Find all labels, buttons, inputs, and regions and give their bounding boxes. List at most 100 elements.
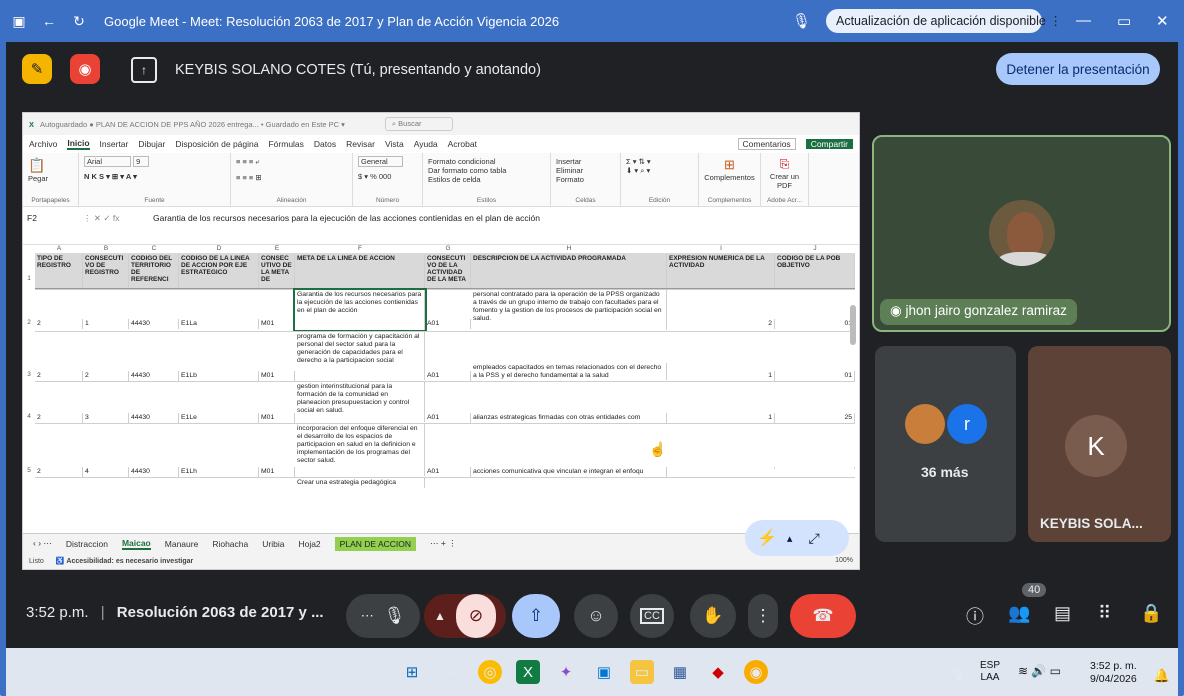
- table-cell[interactable]: E1Lh: [179, 467, 259, 477]
- table-cell[interactable]: 44430: [129, 413, 179, 423]
- more-participants-tile[interactable]: r 36 más: [875, 346, 1016, 542]
- table-cell[interactable]: E1Le: [179, 413, 259, 423]
- formula-content[interactable]: Garantia de los recursos necesarios para…: [153, 213, 540, 223]
- menu-inicio[interactable]: Inicio: [67, 138, 90, 150]
- taskbar-clock[interactable]: 3:52 p. m. 9/04/2026: [1090, 660, 1137, 686]
- notification-bell-icon[interactable]: 🔔: [1150, 664, 1174, 688]
- col-letter-a[interactable]: A: [35, 245, 83, 253]
- chrome-meet-icon[interactable]: ◉: [744, 660, 768, 684]
- table-cell[interactable]: 44430: [129, 467, 179, 477]
- header-cell[interactable]: TIPO DE REGISTRO: [35, 254, 83, 288]
- share-button[interactable]: Compartir: [805, 139, 853, 149]
- table-cell[interactable]: A01: [425, 371, 471, 381]
- number-buttons[interactable]: $ ▾ % 000: [358, 172, 417, 181]
- table-cell[interactable]: alianzas estrategicas firmadas con otras…: [471, 413, 667, 423]
- chevron-up-icon[interactable]: ▲: [434, 609, 446, 623]
- sum-icon[interactable]: Σ ▾ ⇅ ▾: [626, 157, 693, 166]
- name-box[interactable]: F2: [23, 213, 83, 223]
- table-cell[interactable]: incorporacion del enfoque diferencial en…: [295, 424, 425, 476]
- table-cell[interactable]: programa de formación y capacitación al …: [295, 332, 425, 380]
- header-cell[interactable]: CONSECUTI VO DE LA ACTIVIDAD DE LA META: [425, 254, 471, 288]
- table-cell[interactable]: 1: [667, 413, 775, 423]
- acrobat-icon[interactable]: ◆: [706, 660, 730, 684]
- menu-formulas[interactable]: Fórmulas: [268, 139, 303, 149]
- table-cell[interactable]: M01: [259, 413, 295, 423]
- show-hidden-icons[interactable]: ^: [918, 662, 942, 686]
- find-icon[interactable]: ⬇ ▾ ⌕ ▾: [626, 166, 693, 176]
- mic-icon[interactable]: 🎙: [384, 606, 406, 626]
- create-pdf-label[interactable]: Crear un PDF: [766, 172, 803, 190]
- present-button[interactable]: ⇧: [512, 594, 560, 638]
- table-cell[interactable]: 2: [35, 371, 83, 381]
- row-number[interactable]: 5: [23, 467, 35, 474]
- paste-label[interactable]: Pegar: [28, 174, 73, 183]
- raise-hand-button[interactable]: ✋: [690, 594, 736, 638]
- excel-search[interactable]: ⌕ Buscar: [384, 117, 453, 131]
- table-cell[interactable]: 4: [83, 467, 129, 477]
- sheet-tab[interactable]: Uribia: [262, 539, 284, 549]
- update-available-chip[interactable]: Actualización de aplicación disponible ⋮: [826, 9, 1062, 33]
- comments-button[interactable]: Comentarios: [737, 138, 796, 150]
- activities-icon[interactable]: ⠿: [1098, 603, 1111, 624]
- menu-insertar[interactable]: Insertar: [100, 139, 129, 149]
- table-cell[interactable]: M01: [259, 467, 295, 477]
- delete-cells-button[interactable]: Eliminar: [556, 166, 615, 175]
- row-number[interactable]: 2: [23, 319, 35, 326]
- table-cell[interactable]: empleados capacitados en temas relaciona…: [471, 363, 667, 380]
- sheet-tab-active[interactable]: Maicao: [121, 538, 151, 550]
- complements-icon[interactable]: ⊞: [704, 157, 755, 173]
- reactions-button[interactable]: ☺: [574, 594, 618, 638]
- expand-icon[interactable]: ⤢: [808, 530, 819, 547]
- file-explorer-icon[interactable]: ▭: [630, 660, 654, 684]
- more-audio-icon[interactable]: ⋯: [361, 608, 374, 624]
- header-cell[interactable]: CODIGO DE LA LINEA DE ACCION POR EJE EST…: [179, 254, 259, 288]
- menu-vista[interactable]: Vista: [385, 139, 404, 149]
- record-icon[interactable]: ◉: [70, 54, 100, 84]
- table-cell[interactable]: M01: [259, 319, 295, 329]
- table-cell[interactable]: [775, 467, 855, 469]
- menu-acrobat[interactable]: Acrobat: [448, 139, 477, 149]
- menu-datos[interactable]: Datos: [314, 139, 336, 149]
- menu-ayuda[interactable]: Ayuda: [414, 139, 438, 149]
- chrome-icon[interactable]: ◎: [478, 660, 502, 684]
- info-icon[interactable]: ⓘ: [966, 603, 984, 629]
- table-cell[interactable]: 3: [83, 413, 129, 423]
- annotate-icon[interactable]: ✎: [22, 54, 52, 84]
- camera-control[interactable]: ▲ ⊘: [424, 594, 506, 638]
- restore-button[interactable]: ▭: [1117, 12, 1131, 30]
- header-cell[interactable]: CONSEC UTIVO DE LA META DE: [259, 254, 295, 288]
- col-letter-h[interactable]: H: [471, 245, 667, 253]
- chat-icon[interactable]: ▤: [1054, 603, 1071, 624]
- paste-icon[interactable]: 📋: [28, 157, 73, 174]
- captions-button[interactable]: CC: [630, 594, 674, 638]
- table-cell[interactable]: M01: [259, 371, 295, 381]
- table-cell[interactable]: 2: [667, 319, 775, 329]
- table-cell[interactable]: A01: [425, 413, 471, 423]
- header-cell[interactable]: EXPRESION NUMERICA DE LA ACTIVIDAD: [667, 254, 775, 288]
- table-cell[interactable]: 2: [35, 467, 83, 477]
- leave-call-button[interactable]: ☎: [790, 594, 856, 638]
- selected-cell[interactable]: Garantia de los recursos necesarios para…: [293, 288, 427, 332]
- sheet-tab[interactable]: PLAN DE ACCION: [334, 536, 416, 551]
- copilot-icon[interactable]: ▣: [592, 660, 616, 684]
- sheet-tab[interactable]: Distraccion: [66, 539, 108, 549]
- excel-icon[interactable]: X: [516, 660, 540, 684]
- font-format-buttons[interactable]: N K S ▾ ⊞ ▾ A ▾: [84, 172, 225, 181]
- windows-start-icon[interactable]: ⊞: [400, 660, 424, 684]
- conditional-format-button[interactable]: Formato condicional: [428, 157, 545, 166]
- close-window-button[interactable]: ✕: [1156, 12, 1169, 30]
- table-cell[interactable]: 44430: [129, 371, 179, 381]
- host-controls-icon[interactable]: 🔒: [1140, 603, 1162, 624]
- participant-tile-active[interactable]: ◉ jhon jairo gonzalez ramiraz: [872, 135, 1171, 332]
- table-cell[interactable]: [667, 467, 775, 469]
- zoom-level[interactable]: 100%: [835, 557, 853, 564]
- pdf-icon[interactable]: ⎘: [766, 157, 803, 172]
- search-icon[interactable]: ⌕: [440, 660, 464, 684]
- col-letter-b[interactable]: B: [83, 245, 129, 253]
- number-format-box[interactable]: General: [358, 156, 403, 167]
- col-letter-j[interactable]: J: [775, 245, 855, 253]
- header-cell[interactable]: CODIGO DEL TERRITORIO DE REFERENCI: [129, 254, 179, 288]
- table-format-button[interactable]: Dar formato como tabla: [428, 166, 545, 175]
- row-number[interactable]: 1: [23, 275, 35, 282]
- sheet-tab[interactable]: Riohacha: [212, 539, 248, 549]
